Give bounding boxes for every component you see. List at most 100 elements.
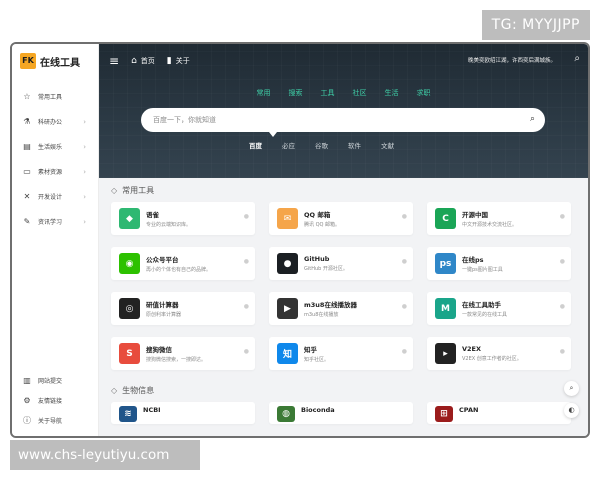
section-title-text: 常用工具	[122, 185, 155, 195]
tab-tools[interactable]: 工具	[321, 88, 335, 98]
sidebar: FK 在线工具 ☆ 常用工具 ⚗ 科研办公 › ▤ 生活娱乐 › ▭ 素材资源 …	[12, 44, 99, 436]
tool-card[interactable]: ◆ 语雀专业的云端知识库。 ●	[111, 202, 255, 235]
greeting-text: 晚美奕欧绍江湖，许西奕后满城族。	[467, 58, 556, 64]
tool-card[interactable]: ✉ QQ 邮箱 腾讯 QQ 邮箱。 ●	[269, 202, 413, 235]
more-icon[interactable]: ●	[560, 258, 565, 265]
sidebar-item-submit-site[interactable]: ▥ 网站提交	[12, 370, 98, 390]
sidebar-item-dev-design[interactable]: ✕ 开发设计 ›	[12, 184, 98, 209]
about-link[interactable]: ▮ 关于	[167, 56, 190, 66]
tool-card[interactable]: M 在线工具助手一款常见的在线工具 ●	[427, 292, 571, 325]
tool-card[interactable]: ◎ 研值计算器 原创利率计算器 ●	[111, 292, 255, 325]
sidebar-item-entertainment[interactable]: ▤ 生活娱乐 ›	[12, 134, 98, 159]
tool-card[interactable]: ⊞ CPAN	[427, 402, 571, 424]
tool-name: NCBI	[143, 406, 161, 414]
sidebar-item-research[interactable]: ⚗ 科研办公 ›	[12, 109, 98, 134]
search-input[interactable]	[153, 116, 513, 124]
tool-logo-icon: ✉	[277, 208, 298, 229]
engine-bing[interactable]: 必应	[282, 140, 295, 150]
tab-community[interactable]: 社区	[353, 88, 367, 98]
tool-name: CPAN	[459, 406, 479, 414]
engine-literature[interactable]: 文献	[381, 140, 394, 150]
sidebar-item-label: 素材资源	[38, 169, 63, 176]
logo-text: 在线工具	[40, 57, 80, 69]
engine-google[interactable]: 谷歌	[315, 140, 328, 150]
tab-common[interactable]: 常用	[257, 88, 271, 98]
tool-card[interactable]: S 搜狗微信 搜狗微信搜索，一搜即达。 ●	[111, 337, 255, 370]
chevron-right-icon: ›	[83, 142, 86, 151]
more-icon[interactable]: ●	[560, 213, 565, 220]
tool-description: 再小的个体也有自己的品牌。	[146, 267, 212, 273]
sidebar-item-resources[interactable]: ▭ 素材资源 ›	[12, 159, 98, 184]
tool-description: 专业的云端知识库。	[146, 222, 192, 228]
tool-logo-icon: S	[119, 343, 140, 364]
star-icon: ☆	[23, 92, 31, 101]
tool-card[interactable]: 知知乎 知乎社区。 ●	[269, 337, 413, 370]
logo[interactable]: FK 在线工具	[12, 44, 98, 78]
sidebar-item-learning[interactable]: ✎ 资讯学习 ›	[12, 209, 98, 234]
tool-name: QQ 邮箱	[304, 211, 331, 219]
search-icon[interactable]: ⌕	[574, 53, 580, 64]
tool-logo-icon: ⊞	[435, 406, 453, 422]
search-bar: ⌕	[141, 108, 545, 132]
more-icon[interactable]: ●	[244, 348, 249, 355]
engine-baidu[interactable]: 百度	[249, 140, 262, 150]
tool-card-text: m3u8在线播放器 m3u8在线播放	[304, 299, 357, 318]
tool-logo-icon: ◆	[119, 208, 140, 229]
tool-name: 语雀	[146, 211, 159, 219]
watermark-top: TG: MYYJJPP	[481, 10, 590, 40]
tool-logo-icon: C	[435, 208, 456, 229]
sidebar-item-common-tools[interactable]: ☆ 常用工具	[12, 84, 98, 109]
tool-card-text: NCBI	[143, 406, 161, 414]
tab-jobs[interactable]: 求职	[417, 88, 431, 98]
tab-search[interactable]: 搜索	[289, 88, 303, 98]
tool-card[interactable]: ps 在线ps 一键ps图片图工具 ●	[427, 247, 571, 280]
tool-description: 一款常见的在线工具	[462, 312, 508, 318]
tool-card[interactable]: ≋ NCBI	[111, 402, 255, 424]
tool-card-text: 语雀专业的云端知识库。	[146, 209, 191, 228]
about-link-label: 关于	[175, 57, 190, 65]
watermark-bottom: www.chs-leyutiyu.com	[10, 440, 200, 470]
tool-card[interactable]: ▸ V2EX V2EX 创意工作者的社区。 ●	[427, 337, 571, 370]
more-icon[interactable]: ●	[560, 348, 565, 355]
tool-card[interactable]: ◍ Bioconda	[269, 402, 413, 424]
tool-card[interactable]: C 开源中国 中文开源技术交流社区。 ●	[427, 202, 571, 235]
more-icon[interactable]: ●	[244, 303, 249, 310]
app-window: FK 在线工具 ☆ 常用工具 ⚗ 科研办公 › ▤ 生活娱乐 › ▭ 素材资源 …	[10, 42, 590, 438]
sidebar-item-about-nav[interactable]: ⓘ 关于导航	[12, 410, 98, 430]
film-icon: ▤	[23, 142, 31, 151]
tools-icon: ✕	[23, 192, 31, 201]
search-engines: 百度 必应 谷歌 软件 文献	[249, 140, 394, 150]
chevron-right-icon: ›	[83, 117, 86, 126]
sidebar-item-label: 资讯学习	[38, 219, 63, 226]
tool-card[interactable]: ● GitHub GitHub 开源社区。 ●	[269, 247, 413, 280]
engine-software[interactable]: 软件	[348, 140, 361, 150]
tool-logo-icon: M	[435, 298, 456, 319]
sidebar-item-friend-links[interactable]: ⚙ 友情链接	[12, 390, 98, 410]
more-icon[interactable]: ●	[402, 213, 407, 220]
home-link[interactable]: ⌂ 首页	[131, 56, 155, 66]
tool-card[interactable]: ◉ 公众号平台 再小的个体也有自己的品牌。 ●	[111, 247, 255, 280]
engine-pointer	[269, 132, 277, 137]
tool-card-text: 在线工具助手一款常见的在线工具	[462, 299, 507, 318]
more-icon[interactable]: ●	[244, 258, 249, 265]
theme-toggle-button[interactable]: ◐	[564, 403, 579, 418]
more-icon[interactable]: ●	[560, 303, 565, 310]
tool-card-text: CPAN	[459, 406, 478, 414]
category-tabs: 常用 搜索 工具 社区 生活 求职	[99, 88, 588, 98]
more-icon[interactable]: ●	[402, 258, 407, 265]
tool-card[interactable]: ▶ m3u8在线播放器 m3u8在线播放 ●	[269, 292, 413, 325]
tool-name: 在线工具助手	[462, 301, 501, 309]
more-icon[interactable]: ●	[402, 348, 407, 355]
bioinfo-card-grid: ≋ NCBI ◍ Bioconda ⊞ CPAN	[99, 402, 588, 424]
tab-life[interactable]: 生活	[385, 88, 399, 98]
tool-name: 在线ps	[462, 256, 484, 264]
sidebar-item-label: 常用工具	[38, 94, 63, 101]
more-icon[interactable]: ●	[244, 213, 249, 220]
tag-icon: ◇	[111, 185, 118, 195]
home-icon: ⌂	[131, 56, 137, 66]
menu-icon[interactable]: ≡	[109, 54, 119, 68]
tool-name: m3u8在线播放器	[304, 301, 357, 309]
more-icon[interactable]: ●	[402, 303, 407, 310]
search-submit-icon[interactable]: ⌕	[530, 114, 535, 124]
float-search-button[interactable]: ⌕	[564, 381, 579, 396]
